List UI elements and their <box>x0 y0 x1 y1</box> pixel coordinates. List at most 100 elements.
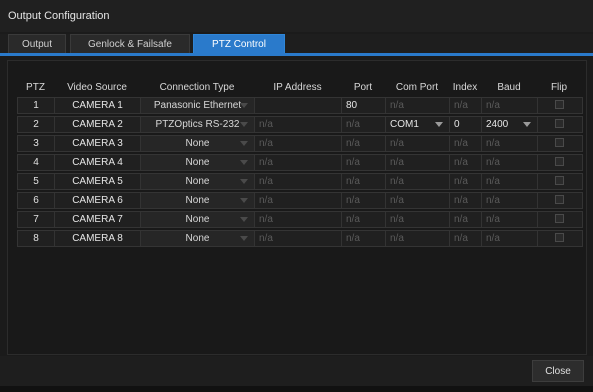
baud-select[interactable]: n/a <box>482 193 538 208</box>
flip-cell <box>538 98 582 113</box>
ip-address-field[interactable]: n/a <box>255 155 342 170</box>
connection-type-select[interactable]: None <box>141 136 255 151</box>
chevron-down-icon <box>240 122 248 127</box>
connection-type-select[interactable]: Panasonic Ethernet <box>141 98 255 113</box>
ip-address-field[interactable]: n/a <box>255 231 342 246</box>
port-field[interactable]: n/a <box>342 231 386 246</box>
com-port-select[interactable]: n/a <box>386 212 450 227</box>
index-field[interactable]: n/a <box>450 231 482 246</box>
table-header: PTZ Video Source Connection Type IP Addr… <box>17 79 583 97</box>
com-port-select[interactable]: n/a <box>386 193 450 208</box>
table-row: 3 CAMERA 3 None n/a n/a n/a n/a n/a <box>17 135 583 152</box>
ptz-number: 3 <box>18 136 55 151</box>
ip-address-field[interactable] <box>255 98 342 113</box>
video-source: CAMERA 3 <box>55 136 141 151</box>
flip-checkbox[interactable] <box>555 100 564 109</box>
connection-type-value: None <box>185 138 210 149</box>
flip-checkbox[interactable] <box>555 195 564 204</box>
index-field[interactable]: 0 <box>450 117 482 132</box>
col-video-source: Video Source <box>67 82 127 93</box>
flip-checkbox[interactable] <box>555 214 564 223</box>
index-field[interactable]: n/a <box>450 174 482 189</box>
com-port-select[interactable]: n/a <box>386 174 450 189</box>
flip-checkbox[interactable] <box>555 119 564 128</box>
table-row: 7 CAMERA 7 None n/a n/a n/a n/a n/a <box>17 211 583 228</box>
port-field[interactable]: n/a <box>342 155 386 170</box>
connection-type-select[interactable]: None <box>141 174 255 189</box>
port-field[interactable]: 80 <box>342 98 386 113</box>
flip-checkbox[interactable] <box>555 157 564 166</box>
port-field[interactable]: n/a <box>342 212 386 227</box>
flip-cell <box>538 174 582 189</box>
com-port-select[interactable]: n/a <box>386 155 450 170</box>
baud-select[interactable]: 2400 <box>482 117 538 132</box>
video-source: CAMERA 7 <box>55 212 141 227</box>
flip-cell <box>538 136 582 151</box>
flip-checkbox[interactable] <box>555 138 564 147</box>
col-index: Index <box>452 82 478 93</box>
chevron-down-icon <box>240 141 248 146</box>
port-field[interactable]: n/a <box>342 174 386 189</box>
connection-type-value: None <box>185 214 210 225</box>
col-ptz: PTZ <box>26 82 45 93</box>
ip-address-field[interactable]: n/a <box>255 193 342 208</box>
chevron-down-icon <box>240 198 248 203</box>
ptz-number: 6 <box>18 193 55 208</box>
com-port-select[interactable]: n/a <box>386 136 450 151</box>
flip-cell <box>538 193 582 208</box>
close-button[interactable]: Close <box>532 360 584 382</box>
table-row: 2 CAMERA 2 PTZOptics RS-232 n/a n/a COM1… <box>17 116 583 133</box>
connection-type-value: None <box>185 157 210 168</box>
index-field[interactable]: n/a <box>450 98 482 113</box>
table-row: 8 CAMERA 8 None n/a n/a n/a n/a n/a <box>17 230 583 247</box>
connection-type-value: None <box>185 176 210 187</box>
connection-type-select[interactable]: PTZOptics RS-232 <box>141 117 255 132</box>
video-source: CAMERA 6 <box>55 193 141 208</box>
chevron-down-icon <box>240 179 248 184</box>
tab-output[interactable]: Output <box>8 34 66 54</box>
tab-ptz-control[interactable]: PTZ Control <box>193 34 285 54</box>
index-field[interactable]: n/a <box>450 136 482 151</box>
ip-address-field[interactable]: n/a <box>255 117 342 132</box>
ip-address-field[interactable]: n/a <box>255 174 342 189</box>
com-port-value: COM1 <box>390 119 419 130</box>
ptz-number: 2 <box>18 117 55 132</box>
flip-checkbox[interactable] <box>555 176 564 185</box>
ip-address-field[interactable]: n/a <box>255 212 342 227</box>
port-field[interactable]: n/a <box>342 117 386 132</box>
connection-type-select[interactable]: None <box>141 193 255 208</box>
ptz-number: 5 <box>18 174 55 189</box>
baud-select[interactable]: n/a <box>482 136 538 151</box>
window-title: Output Configuration <box>0 0 593 32</box>
ip-address-field[interactable]: n/a <box>255 136 342 151</box>
connection-type-select[interactable]: None <box>141 155 255 170</box>
connection-type-select[interactable]: None <box>141 231 255 246</box>
baud-select[interactable]: n/a <box>482 155 538 170</box>
port-field[interactable]: n/a <box>342 193 386 208</box>
chevron-down-icon <box>240 103 248 108</box>
chevron-down-icon <box>240 160 248 165</box>
flip-cell <box>538 155 582 170</box>
com-port-select[interactable]: COM1 <box>386 117 450 132</box>
connection-type-select[interactable]: None <box>141 212 255 227</box>
index-field[interactable]: n/a <box>450 212 482 227</box>
flip-checkbox[interactable] <box>555 233 564 242</box>
index-field[interactable]: n/a <box>450 193 482 208</box>
baud-select[interactable]: n/a <box>482 98 538 113</box>
baud-select[interactable]: n/a <box>482 174 538 189</box>
chevron-down-icon <box>435 122 443 127</box>
com-port-select[interactable]: n/a <box>386 98 450 113</box>
video-source: CAMERA 5 <box>55 174 141 189</box>
connection-type-value: PTZOptics RS-232 <box>155 119 240 130</box>
ptz-number: 7 <box>18 212 55 227</box>
index-field[interactable]: n/a <box>450 155 482 170</box>
baud-value: 2400 <box>486 119 509 130</box>
port-field[interactable]: n/a <box>342 136 386 151</box>
baud-select[interactable]: n/a <box>482 212 538 227</box>
baud-select[interactable]: n/a <box>482 231 538 246</box>
connection-type-value: Panasonic Ethernet <box>153 100 242 111</box>
video-source: CAMERA 2 <box>55 117 141 132</box>
tab-genlock-failsafe[interactable]: Genlock & Failsafe <box>70 34 190 54</box>
com-port-select[interactable]: n/a <box>386 231 450 246</box>
col-port: Port <box>353 82 373 93</box>
